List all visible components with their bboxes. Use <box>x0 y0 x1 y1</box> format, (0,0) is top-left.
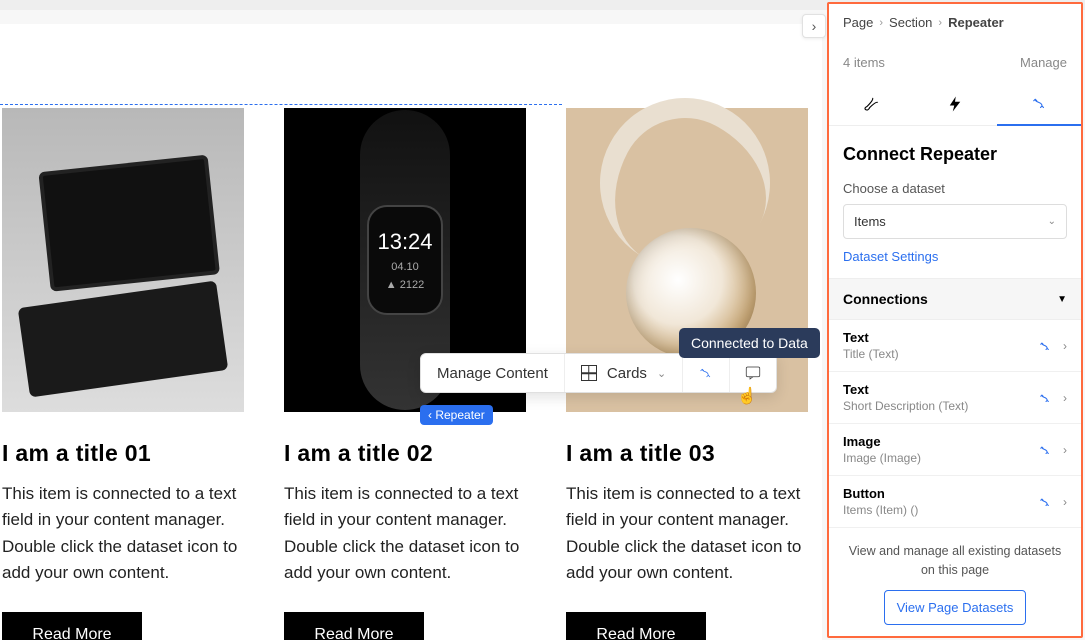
read-more-button[interactable]: Read More <box>2 612 142 640</box>
grid-icon <box>581 365 597 381</box>
connection-row[interactable]: Text Title (Text) › <box>829 320 1081 372</box>
chevron-right-icon: › <box>1063 391 1067 405</box>
tab-connect-data[interactable] <box>997 82 1081 126</box>
layout-dropdown[interactable]: Cards ⌄ <box>565 354 683 392</box>
connect-to-data-button[interactable] <box>683 354 730 392</box>
connection-row[interactable]: Button Items (Item) () › <box>829 476 1081 528</box>
card-description[interactable]: This item is connected to a text field i… <box>566 481 808 586</box>
breadcrumb-separator: › <box>938 17 942 29</box>
connection-row[interactable]: Text Short Description (Text) › <box>829 372 1081 424</box>
connection-type: Text <box>843 382 968 397</box>
inspector-panel: Page › Section › Repeater 4 items Manage… <box>827 2 1083 638</box>
breadcrumb-page[interactable]: Page <box>843 15 873 30</box>
items-meta-row: 4 items Manage <box>829 41 1081 82</box>
chevron-right-icon: › <box>1063 495 1067 509</box>
chevron-down-icon: ⌄ <box>657 367 666 380</box>
watch-date: 04.10 <box>391 261 419 273</box>
manage-content-button[interactable]: Manage Content <box>421 354 565 392</box>
data-connection-icon <box>1039 443 1053 457</box>
tab-interactions[interactable] <box>913 82 997 126</box>
layout-label: Cards <box>607 365 647 382</box>
chevron-down-icon: ⌄ <box>1048 216 1056 227</box>
footer-note: View and manage all existing datasets on… <box>843 542 1067 580</box>
connected-to-data-tooltip: Connected to Data <box>679 328 820 358</box>
breadcrumb-current: Repeater <box>948 15 1004 30</box>
choose-dataset-label: Choose a dataset <box>829 175 1081 204</box>
data-connection-icon <box>1030 94 1048 112</box>
connection-type: Image <box>843 434 921 449</box>
card-title[interactable]: I am a title 01 <box>2 440 244 467</box>
tab-design[interactable] <box>829 82 913 126</box>
chevron-right-icon: › <box>1063 443 1067 457</box>
read-more-button[interactable]: Read More <box>566 612 706 640</box>
read-more-button[interactable]: Read More <box>284 612 424 640</box>
watch-time: 13:24 <box>377 229 432 255</box>
card-title[interactable]: I am a title 03 <box>566 440 808 467</box>
lightning-icon <box>946 95 964 113</box>
connection-type: Text <box>843 330 899 345</box>
item-count: 4 items <box>843 55 885 70</box>
repeater-floating-toolbar: Manage Content Cards ⌄ <box>420 353 777 393</box>
repeater-item[interactable]: I am a title 01 This item is connected t… <box>2 108 244 640</box>
data-connection-icon <box>1039 391 1053 405</box>
connection-binding: Items (Item) () <box>843 503 918 517</box>
dataset-dropdown[interactable]: Items ⌄ <box>843 204 1067 239</box>
data-connection-icon <box>1039 339 1053 353</box>
connection-binding: Image (Image) <box>843 451 921 465</box>
connection-binding: Short Description (Text) <box>843 399 968 413</box>
manage-content-label: Manage Content <box>437 365 548 382</box>
comment-icon <box>744 364 762 382</box>
breadcrumb: Page › Section › Repeater <box>829 4 1081 41</box>
dataset-selected: Items <box>854 214 886 229</box>
collapse-panel-button[interactable]: › <box>802 14 826 38</box>
repeater-selection-outline <box>0 104 562 105</box>
connections-label: Connections <box>843 291 928 307</box>
card-description[interactable]: This item is connected to a text field i… <box>2 481 244 586</box>
card-description[interactable]: This item is connected to a text field i… <box>284 481 526 586</box>
watch-steps: ▲ 2122 <box>386 279 424 291</box>
data-connection-icon <box>1039 495 1053 509</box>
view-page-datasets-button[interactable]: View Page Datasets <box>884 590 1027 626</box>
connections-list: Text Title (Text) › Text Short Description (… <box>829 320 1081 528</box>
mouse-cursor: ☝ <box>737 386 757 406</box>
dataset-settings-link[interactable]: Dataset Settings <box>829 239 1081 278</box>
card-title[interactable]: I am a title 02 <box>284 440 526 467</box>
chevron-right-icon: › <box>1063 339 1067 353</box>
panel-footer: View and manage all existing datasets on… <box>829 528 1081 639</box>
connection-binding: Title (Text) <box>843 347 899 361</box>
triangle-down-icon: ▼ <box>1057 294 1067 305</box>
panel-title: Connect Repeater <box>829 126 1081 175</box>
manage-items-link[interactable]: Manage <box>1020 55 1067 70</box>
breadcrumb-section[interactable]: Section <box>889 15 932 30</box>
data-connection-icon <box>697 364 715 382</box>
connection-row[interactable]: Image Image (Image) › <box>829 424 1081 476</box>
connections-header[interactable]: Connections ▼ <box>829 278 1081 320</box>
repeater-selection-tag[interactable]: Repeater <box>420 405 493 425</box>
inspector-tabs <box>829 82 1081 126</box>
brush-icon <box>862 95 880 113</box>
card-image[interactable] <box>2 108 244 412</box>
breadcrumb-separator: › <box>879 17 883 29</box>
connection-type: Button <box>843 486 918 501</box>
